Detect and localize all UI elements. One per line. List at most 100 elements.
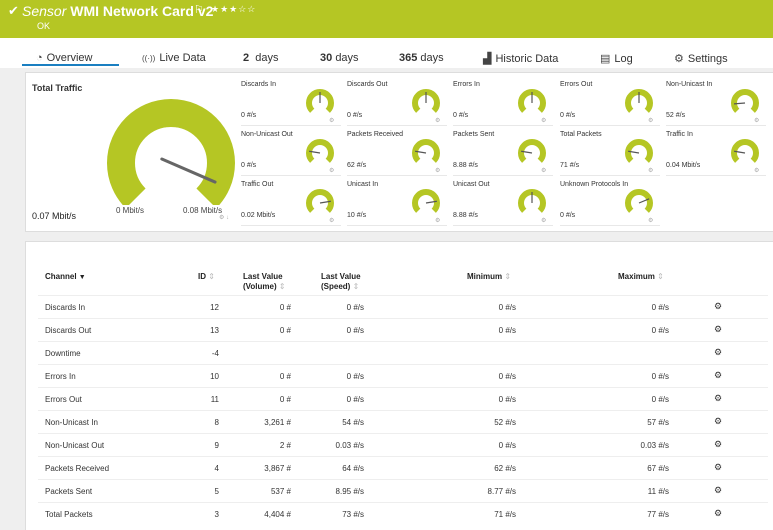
settings-gears-icon[interactable]: ⚙: [714, 508, 722, 519]
priority-stars[interactable]: ★★★☆☆: [211, 4, 256, 15]
speed-cell: 64 #/s: [342, 464, 364, 473]
volume-cell: 3,867 #: [264, 464, 291, 473]
gauge-options-icon[interactable]: ⚙: [648, 217, 653, 224]
id-cell: 4: [214, 464, 219, 473]
active-tab-indicator: [22, 64, 119, 66]
gauge-options-icon[interactable]: ⚙: [435, 217, 440, 224]
status-text: OK: [37, 21, 51, 31]
settings-gears-icon[interactable]: ⚙: [714, 462, 722, 473]
small-gauge[interactable]: Discards Out 0 #/s ⚙: [347, 79, 447, 129]
speed-cell: 8.95 #/s: [335, 487, 364, 496]
small-gauge-dial: [518, 89, 546, 113]
big-gauge-value: 0.07 Mbit/s: [32, 211, 77, 221]
gauge-options-icon[interactable]: ⚙: [648, 167, 653, 174]
tab-live-data[interactable]: ((·)) Live Data: [142, 52, 206, 64]
settings-gears-icon[interactable]: ⚙: [714, 347, 722, 358]
small-gauge[interactable]: Total Packets 71 #/s ⚙: [560, 129, 660, 179]
small-gauge-value: 0 #/s: [241, 162, 257, 169]
channel-cell: Errors Out: [45, 395, 82, 404]
tab-30-days[interactable]: 30 days: [320, 52, 359, 64]
header-last-value-speed[interactable]: Last Value (Speed) ⇕: [321, 272, 381, 292]
header-last-value-volume[interactable]: Last Value (Volume) ⇕: [243, 272, 313, 292]
small-gauge[interactable]: Errors Out 0 #/s ⚙: [560, 79, 660, 129]
small-gauge-label: Packets Received: [347, 131, 404, 138]
settings-gears-icon[interactable]: ⚙: [714, 301, 722, 312]
gauge-options-icon[interactable]: ⚙: [648, 117, 653, 124]
tab-log[interactable]: ▤ Log: [600, 52, 633, 65]
small-gauge[interactable]: Unicast Out 8.88 #/s ⚙: [453, 179, 553, 229]
small-gauge[interactable]: Non-Unicast Out 0 #/s ⚙: [241, 129, 341, 179]
settings-gears-icon[interactable]: ⚙: [714, 416, 722, 427]
small-gauge-dial: [625, 189, 653, 213]
small-gauge[interactable]: Packets Received 62 #/s ⚙: [347, 129, 447, 179]
small-gauge[interactable]: Unknown Protocols In 0 #/s ⚙: [560, 179, 660, 229]
check-icon: ✔: [8, 3, 19, 18]
gauge-options-icon[interactable]: ⚙: [754, 167, 759, 174]
header-minimum[interactable]: Minimum ⇕: [467, 272, 511, 282]
small-gauge[interactable]: Discards In 0 #/s ⚙: [241, 79, 341, 129]
table-row: Downtime -4 ⚙: [38, 341, 768, 365]
small-gauge-label: Unicast In: [347, 181, 379, 188]
settings-gears-icon[interactable]: ⚙: [714, 324, 722, 335]
small-gauge-value: 71 #/s: [560, 162, 580, 169]
small-gauge-label: Errors Out: [560, 81, 593, 88]
divider: [347, 125, 447, 126]
tab-historic-data[interactable]: ▟ Historic Data: [483, 52, 558, 65]
gauge-options-icon[interactable]: ⚙: [541, 167, 546, 174]
gauge-options-icon[interactable]: ⚙: [329, 117, 334, 124]
small-gauge-dial: [306, 139, 334, 163]
divider: [453, 175, 553, 176]
small-gauge-value: 52 #/s: [666, 112, 686, 119]
small-gauge-label: Discards Out: [347, 81, 388, 88]
big-gauge-max: 0.08 Mbit/s: [183, 206, 223, 215]
minimum-cell: 52 #/s: [494, 418, 516, 427]
divider: [666, 125, 766, 126]
flag-icon[interactable]: ⚐: [194, 3, 204, 16]
small-gauge[interactable]: Non-Unicast In 52 #/s ⚙: [666, 79, 766, 129]
gauge-options-icon[interactable]: ⚙: [329, 217, 334, 224]
small-gauge-value: 10 #/s: [347, 212, 367, 219]
gauge-options-icon[interactable]: ⚙: [435, 167, 440, 174]
settings-gears-icon[interactable]: ⚙: [714, 393, 722, 404]
volume-cell: 0 #: [279, 395, 291, 404]
gauge-options-icon[interactable]: ⚙: [435, 117, 440, 124]
gauge-options-icon[interactable]: ⚙: [329, 167, 334, 174]
big-gauge-title: Total Traffic: [32, 83, 83, 93]
small-gauge[interactable]: Errors In 0 #/s ⚙: [453, 79, 553, 129]
small-gauge[interactable]: Traffic Out 0.02 Mbit/s ⚙: [241, 179, 341, 229]
table-row: Errors In 10 0 # 0 #/s 0 #/s 0 #/s ⚙: [38, 364, 768, 388]
log-icon: ▤: [600, 53, 611, 65]
total-traffic-gauge: [107, 99, 235, 205]
small-gauge-value: 0 #/s: [560, 212, 576, 219]
divider: [453, 125, 553, 126]
tab-2-days[interactable]: 2 days: [243, 52, 279, 64]
minimum-cell: 0 #/s: [498, 441, 516, 450]
small-gauge[interactable]: Unicast In 10 #/s ⚙: [347, 179, 447, 229]
minimum-cell: 71 #/s: [494, 510, 516, 519]
channel-cell: Non-Unicast In: [45, 418, 98, 427]
gauge-options-icon[interactable]: ⚙: [541, 117, 546, 124]
settings-gears-icon[interactable]: ⚙: [714, 370, 722, 381]
small-gauge[interactable]: Packets Sent 8.88 #/s ⚙: [453, 129, 553, 179]
small-gauge-dial: [412, 89, 440, 113]
tab-365-days[interactable]: 365 days: [399, 52, 444, 64]
settings-gears-icon[interactable]: ⚙: [714, 439, 722, 450]
volume-cell: 537 #: [270, 487, 291, 496]
overview-icon: ◔: [36, 52, 43, 64]
gauge-options-icon[interactable]: ⚙ ↓: [219, 214, 229, 221]
divider: [241, 175, 341, 176]
gauge-options-icon[interactable]: ⚙: [541, 217, 546, 224]
tab-overview[interactable]: ◔ Overview: [36, 52, 93, 64]
header-channel[interactable]: Channel ▼: [45, 272, 86, 283]
gauge-options-icon[interactable]: ⚙: [754, 117, 759, 124]
maximum-cell: 0.03 #/s: [640, 441, 669, 450]
maximum-cell: 0 #/s: [651, 395, 669, 404]
volume-cell: 0 #: [279, 372, 291, 381]
header-id[interactable]: ID ⇕: [198, 272, 215, 282]
divider: [241, 125, 341, 126]
small-gauge-arc: [731, 89, 759, 113]
small-gauge[interactable]: Traffic In 0.04 Mbit/s ⚙: [666, 129, 766, 179]
settings-gears-icon[interactable]: ⚙: [714, 485, 722, 496]
tab-settings[interactable]: ⚙ Settings: [674, 52, 728, 65]
header-maximum[interactable]: Maximum ⇕: [618, 272, 664, 282]
